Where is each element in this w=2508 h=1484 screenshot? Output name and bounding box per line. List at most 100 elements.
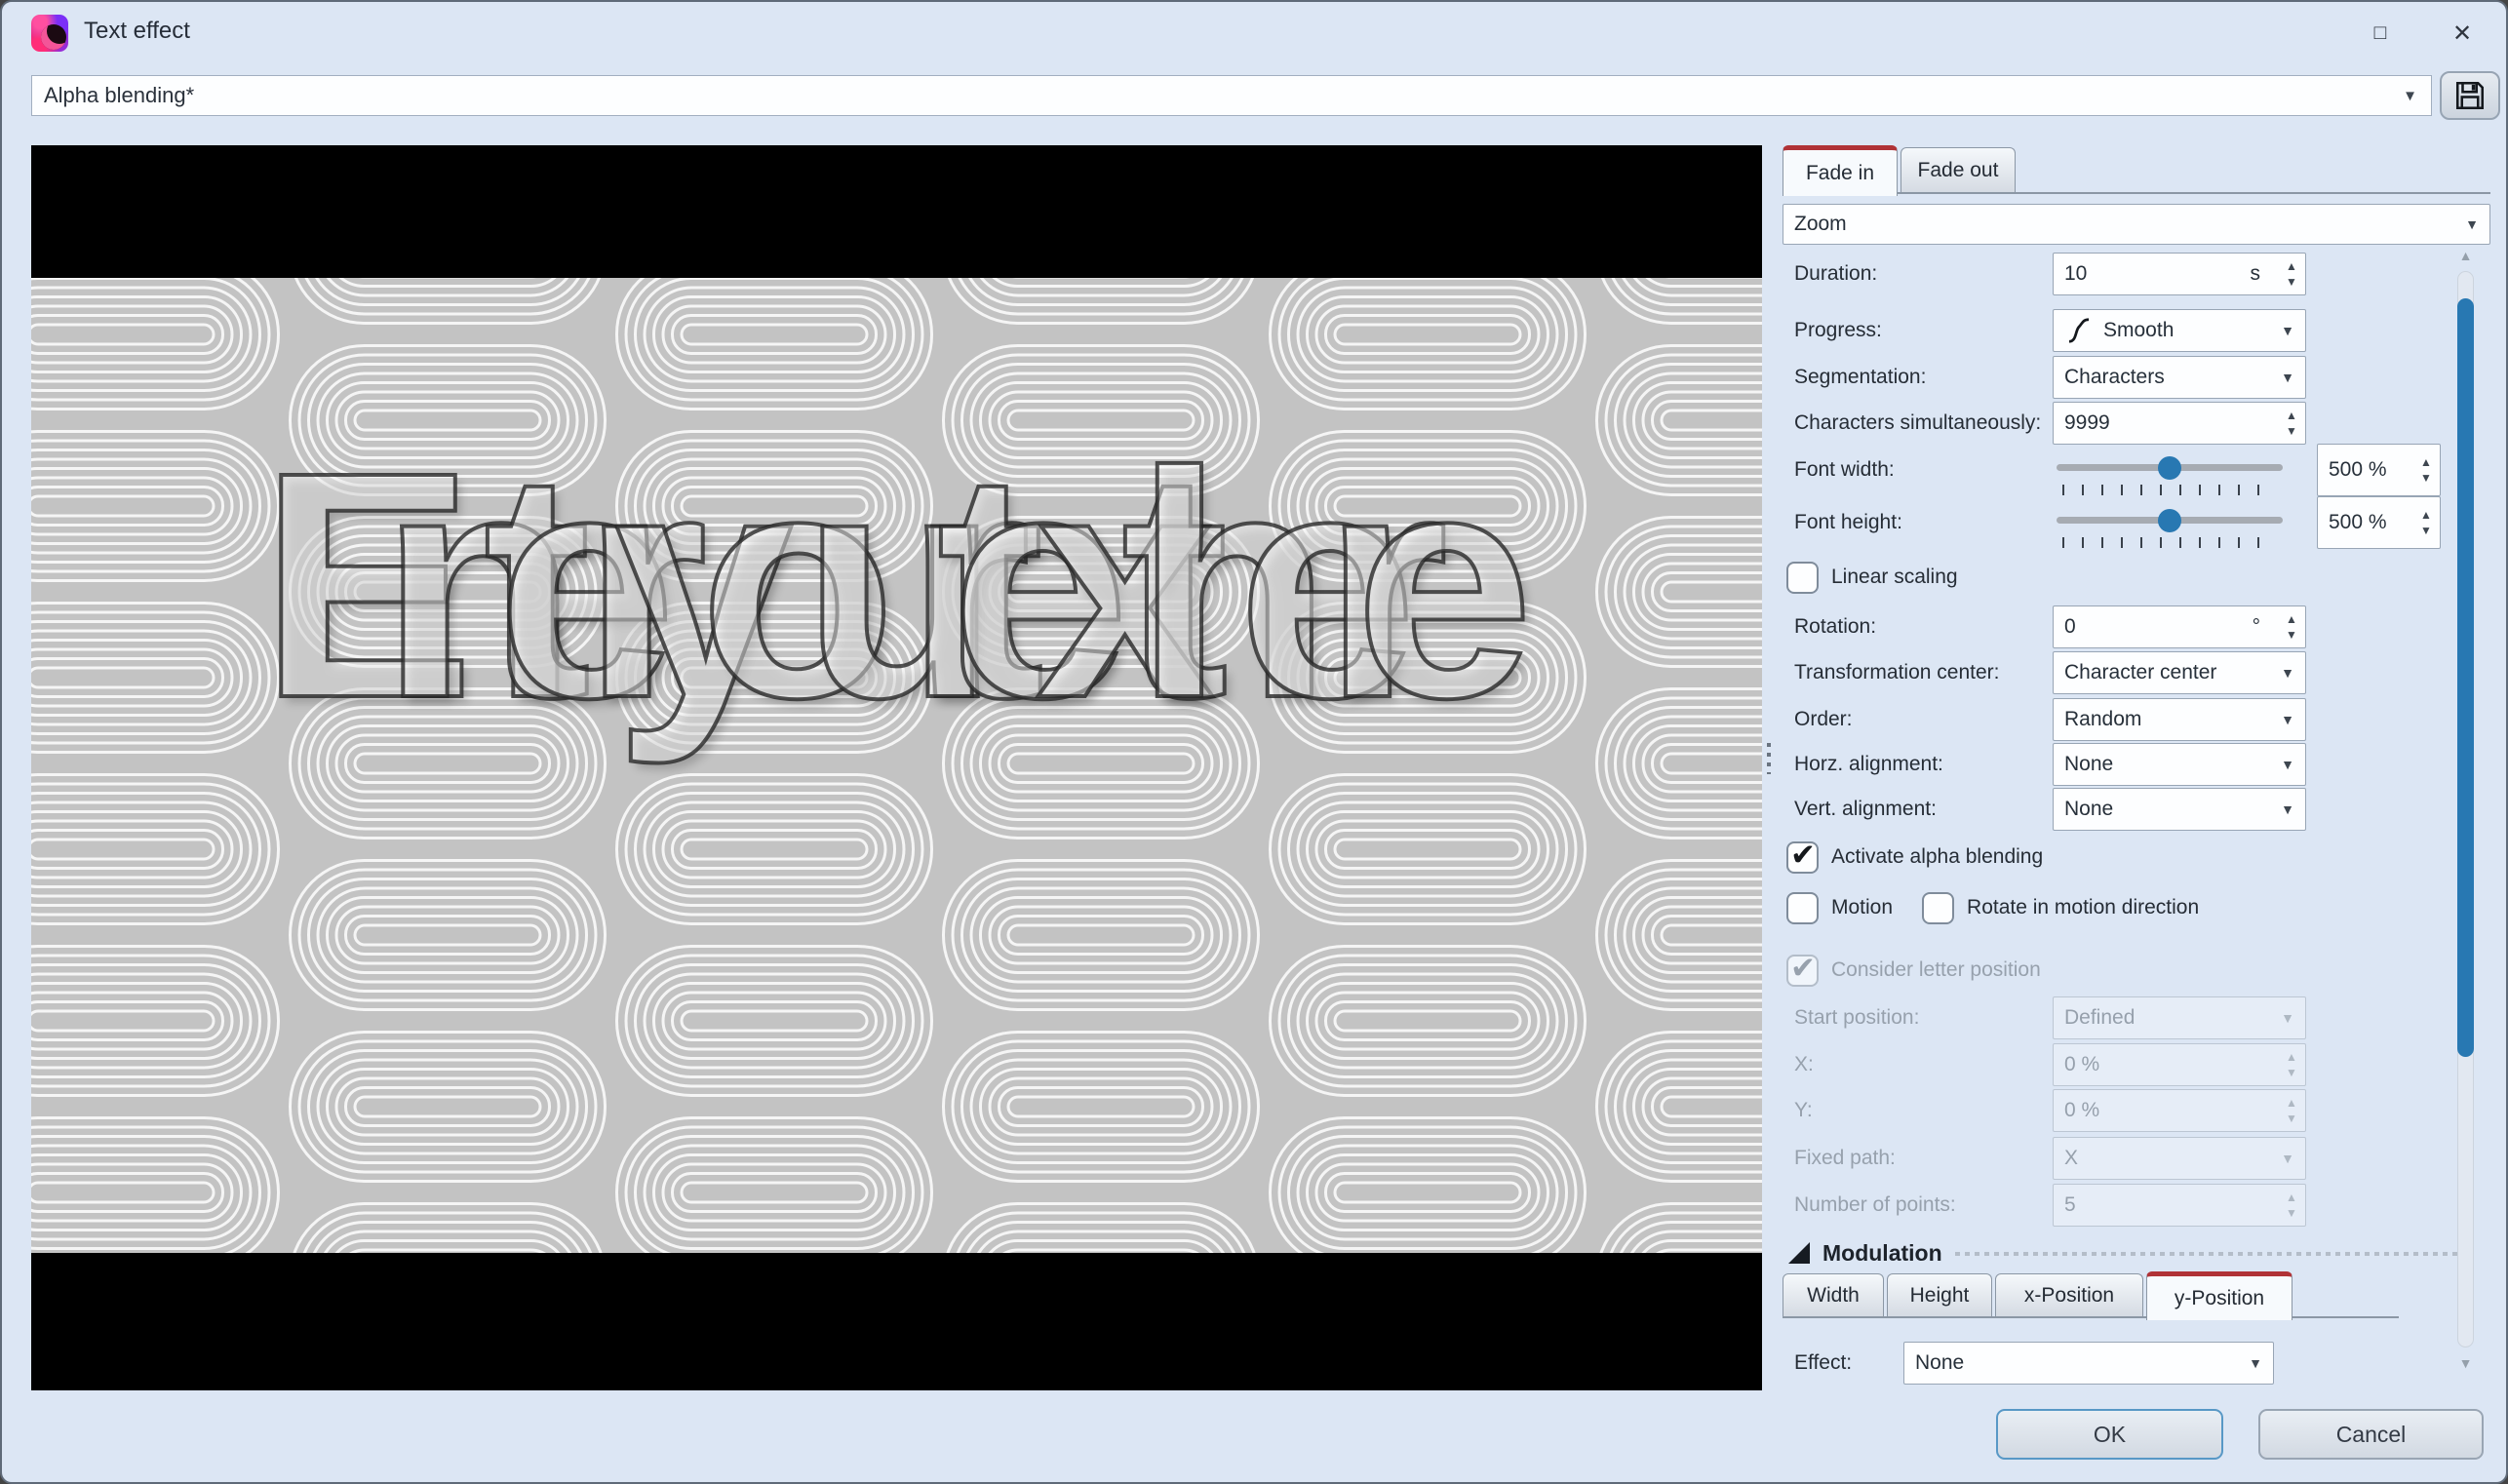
rotate-in-motion-direction-checkbox[interactable]: ✔ — [1922, 891, 1955, 924]
horz-alignment-label: Horz. alignment: — [1794, 753, 1943, 775]
font-width-valuebox[interactable]: 500 % ▲ ▼ — [2317, 444, 2441, 496]
progress-combobox[interactable]: Smooth ▼ — [2053, 309, 2306, 352]
chevron-down-icon: ▼ — [2281, 1010, 2294, 1026]
spinner-down-icon: ▼ — [2286, 423, 2297, 438]
tab-width[interactable]: Width — [1783, 1273, 1884, 1316]
preview-area: Enteryourtexthere — [31, 145, 1762, 1390]
transformation-center-label: Transformation center: — [1794, 661, 2000, 683]
vert-alignment-row: Vert. alignment: None ▼ — [1783, 787, 2490, 832]
scrollbar-thumb[interactable] — [2457, 298, 2474, 1057]
tab-y-position[interactable]: y-Position — [2146, 1271, 2292, 1320]
progress-row: Progress: Smooth ▼ — [1783, 308, 2490, 353]
vert-alignment-value: None — [2064, 798, 2114, 820]
slider-thumb[interactable] — [2158, 509, 2181, 532]
preview-effect-text: Enteryourtexthere — [31, 405, 1762, 764]
ok-button[interactable]: OK — [1996, 1409, 2223, 1460]
slider-thumb[interactable] — [2158, 456, 2181, 480]
save-preset-button[interactable] — [2440, 71, 2500, 120]
progress-value: Smooth — [2103, 319, 2175, 341]
x-label: X: — [1794, 1053, 1814, 1075]
floppy-disk-icon — [2455, 81, 2485, 110]
font-width-label: Font width: — [1794, 458, 1895, 481]
y-input: 0 % ▲ ▼ — [2053, 1089, 2306, 1132]
vert-alignment-combobox[interactable]: None ▼ — [2053, 788, 2306, 831]
transformation-center-combobox[interactable]: Character center ▼ — [2053, 651, 2306, 694]
chevron-down-icon: ▼ — [2281, 801, 2294, 817]
fixed-path-label: Fixed path: — [1794, 1147, 1896, 1169]
effect-type-value: Zoom — [1794, 213, 1847, 235]
scroll-up-icon[interactable]: ▲ — [2455, 248, 2476, 263]
chevron-down-icon: ▼ — [2281, 665, 2294, 681]
slider-ticks — [2062, 537, 2277, 548]
duration-spinner[interactable]: ▲ ▼ — [2280, 254, 2303, 293]
modulation-separator — [1954, 1252, 2457, 1256]
horz-alignment-value: None — [2064, 753, 2114, 775]
consider-letter-position-checkbox: ✔ — [1786, 951, 1819, 987]
rotation-input[interactable]: 0 ° ▲ ▼ — [2053, 605, 2306, 648]
font-height-valuebox[interactable]: 500 % ▲ ▼ — [2317, 496, 2441, 549]
tab-fade-in-label: Fade in — [1805, 161, 1875, 184]
segmentation-row: Segmentation: Characters ▼ — [1783, 355, 2490, 400]
tab-height[interactable]: Height — [1887, 1273, 1992, 1316]
tab-x-position[interactable]: x-Position — [1995, 1273, 2143, 1316]
order-label: Order: — [1794, 708, 1853, 730]
effect-type-combobox[interactable]: Zoom ▼ — [1783, 204, 2490, 245]
modulation-effect-combobox[interactable]: None ▼ — [1903, 1342, 2274, 1385]
linear-scaling-checkbox[interactable]: ✔ — [1786, 561, 1819, 594]
fixed-path-row: Fixed path: X ▼ — [1783, 1136, 2490, 1181]
start-position-combobox: Defined ▼ — [2053, 996, 2306, 1039]
tab-width-label: Width — [1807, 1283, 1860, 1307]
font-width-slider[interactable] — [2057, 455, 2283, 495]
panel-splitter-handle[interactable] — [1767, 743, 1771, 774]
tab-fade-out[interactable]: Fade out — [1901, 147, 2016, 192]
spinner-down-icon: ▼ — [2286, 627, 2297, 642]
spinner-up-icon: ▲ — [2420, 507, 2432, 522]
activate-alpha-blending-checkbox[interactable]: ✔ — [1786, 838, 1819, 874]
characters-simultaneously-label: Characters simultaneously: — [1794, 411, 2042, 434]
ok-button-label: OK — [2093, 1421, 2127, 1447]
modulation-header[interactable]: Modulation — [1788, 1235, 2457, 1270]
consider-letter-position-row: ✔ Consider letter position — [1783, 948, 2490, 993]
vert-alignment-label: Vert. alignment: — [1794, 798, 1937, 820]
fade-tabs: Fade in Fade out — [1783, 143, 2490, 196]
preset-combobox[interactable]: Alpha blending* ▼ — [31, 75, 2432, 116]
motion-row: ✔ Motion ✔ Rotate in motion direction — [1783, 885, 2490, 930]
motion-label: Motion — [1831, 896, 1894, 918]
rotation-spinner[interactable]: ▲ ▼ — [2280, 607, 2303, 646]
scroll-down-icon[interactable]: ▼ — [2455, 1355, 2476, 1371]
characters-simultaneously-input[interactable]: 9999 ▲ ▼ — [2053, 402, 2306, 445]
x-spinner: ▲ ▼ — [2280, 1045, 2303, 1084]
app-logo-icon — [31, 15, 68, 52]
titlebar: Text effect □ ✕ — [2, 2, 2506, 62]
order-value: Random — [2064, 708, 2142, 730]
font-height-slider[interactable] — [2057, 508, 2283, 548]
modulation-title: Modulation — [1822, 1239, 1942, 1266]
characters-simultaneously-spinner[interactable]: ▲ ▼ — [2280, 404, 2303, 443]
characters-simultaneously-value: 9999 — [2064, 411, 2110, 434]
number-of-points-label: Number of points: — [1794, 1193, 1956, 1216]
text-effect-dialog: Text effect □ ✕ Alpha blending* ▼ E n t … — [0, 0, 2508, 1484]
transformation-center-row: Transformation center: Character center … — [1783, 650, 2490, 695]
maximize-icon: □ — [2373, 21, 2387, 44]
spinner-down-icon: ▼ — [2286, 1065, 2297, 1079]
number-of-points-value: 5 — [2064, 1193, 2076, 1216]
motion-checkbox[interactable]: ✔ — [1786, 891, 1819, 924]
modulation-tabs: Width Height x-Position y-Position — [1783, 1269, 2490, 1320]
tab-fade-in[interactable]: Fade in — [1783, 145, 1898, 196]
maximize-button[interactable]: □ — [2358, 16, 2403, 51]
tab-x-position-label: x-Position — [2023, 1283, 2115, 1307]
font-width-spinner[interactable]: ▲ ▼ — [2414, 446, 2438, 494]
y-label: Y: — [1794, 1099, 1813, 1121]
font-height-spinner[interactable]: ▲ ▼ — [2414, 498, 2438, 547]
horz-alignment-combobox[interactable]: None ▼ — [2053, 743, 2306, 786]
modulation-effect-value: None — [1915, 1351, 1965, 1374]
panel-scrollbar[interactable]: ▲ ▼ — [2455, 248, 2476, 1371]
segmentation-combobox[interactable]: Characters ▼ — [2053, 356, 2306, 399]
settings-panel: Fade in Fade out Zoom ▼ Duration: 10 s ▲… — [1783, 143, 2490, 1401]
cancel-button[interactable]: Cancel — [2258, 1409, 2484, 1460]
close-button[interactable]: ✕ — [2440, 16, 2485, 51]
effect-letter: e — [1352, 405, 1536, 764]
duration-input[interactable]: 10 s ▲ ▼ — [2053, 253, 2306, 295]
order-combobox[interactable]: Random ▼ — [2053, 698, 2306, 741]
chevron-down-icon: ▼ — [2281, 712, 2294, 727]
